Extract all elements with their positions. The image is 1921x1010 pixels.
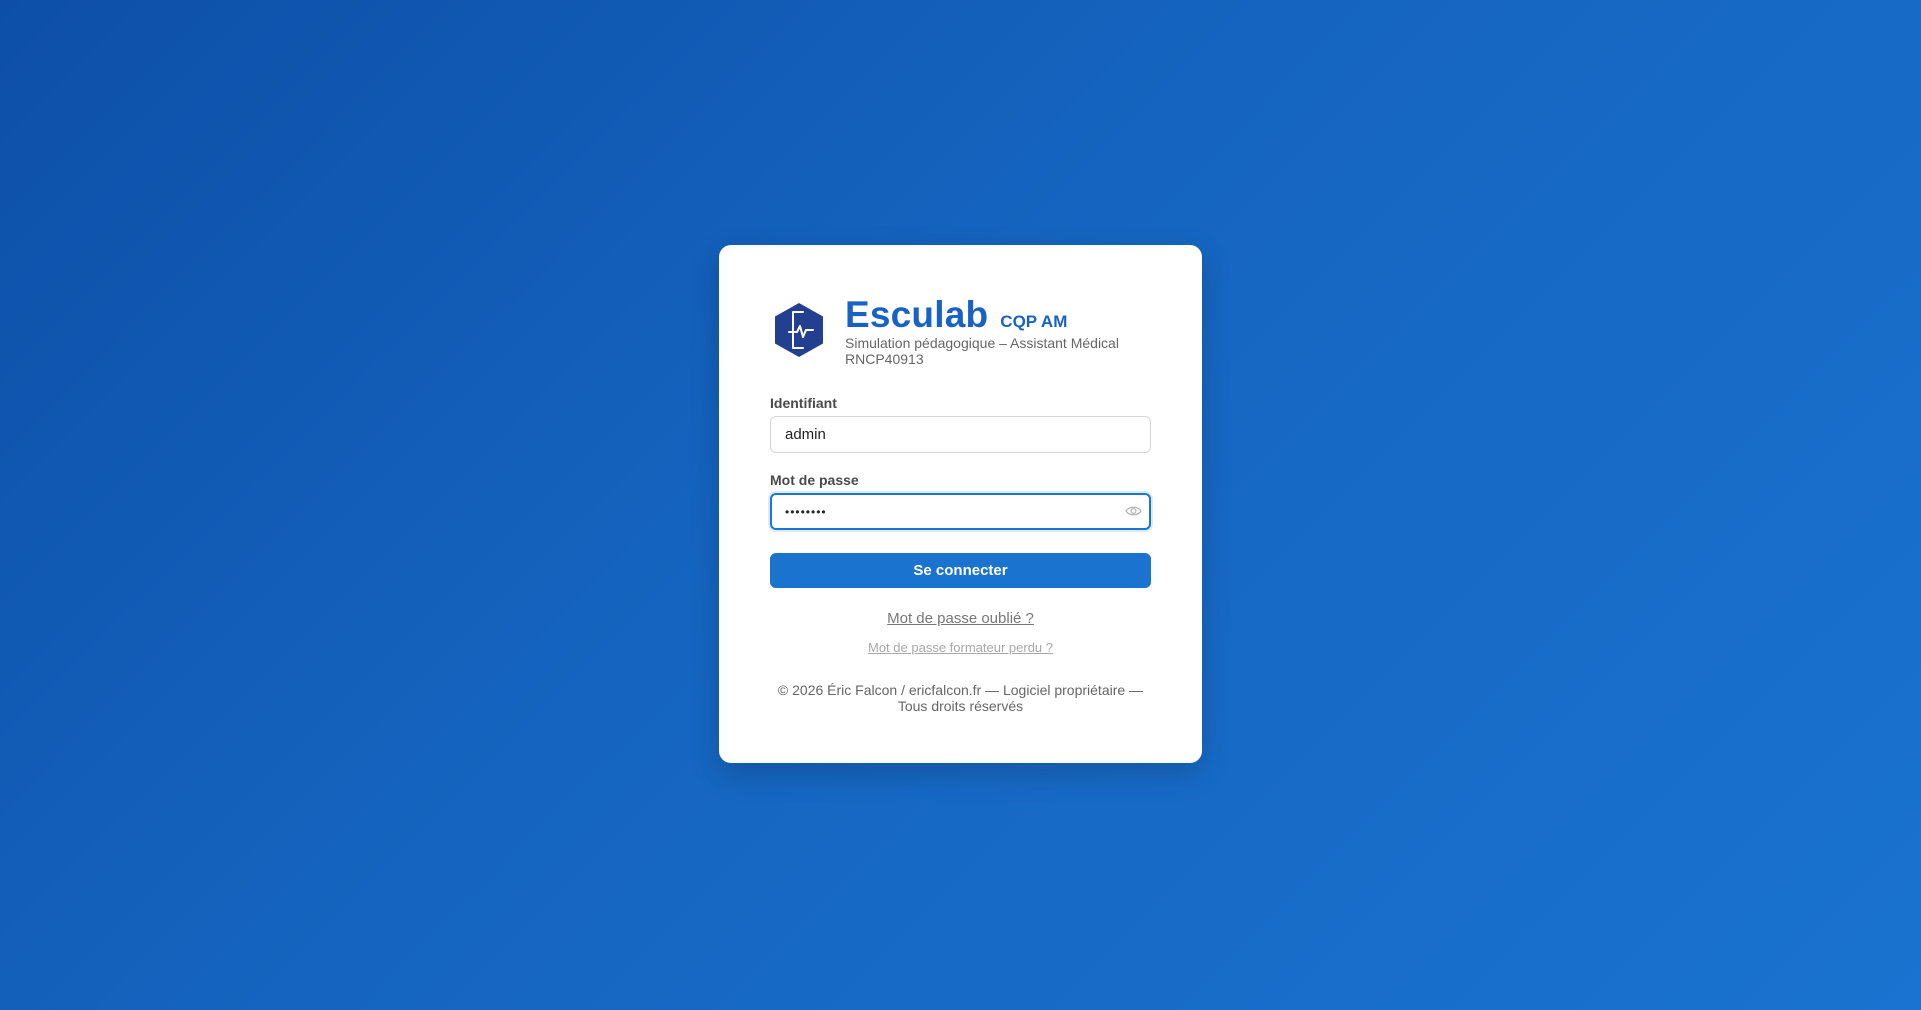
login-button[interactable]: Se connecter	[770, 553, 1151, 588]
password-label: Mot de passe	[770, 472, 859, 488]
heartbeat-hexagon-icon	[775, 303, 823, 357]
trainer-password-link[interactable]: Mot de passe formateur perdu ?	[868, 640, 1053, 655]
app-subtitle: Simulation pédagogique – Assistant Médic…	[845, 335, 1119, 367]
forgot-password-link[interactable]: Mot de passe oublié ?	[887, 610, 1034, 627]
app-tag: CQP AM	[1000, 312, 1068, 331]
password-input[interactable]	[770, 493, 1151, 530]
username-field-wrap	[770, 416, 1151, 453]
brand-header: Esculab CQP AM Simulation pédagogique – …	[770, 295, 1151, 367]
username-input[interactable]	[770, 416, 1151, 453]
copyright-footer: © 2026 Éric Falcon / ericfalcon.fr — Log…	[777, 682, 1144, 714]
help-links: Mot de passe oublié ? Mot de passe forma…	[770, 588, 1151, 657]
eye-icon[interactable]	[1125, 504, 1142, 518]
app-title: Esculab	[845, 294, 989, 335]
password-field-wrap	[770, 493, 1151, 530]
brand-text: Esculab CQP AM Simulation pédagogique – …	[845, 295, 1145, 368]
brand-title-row: Esculab CQP AM	[845, 295, 1145, 335]
username-label: Identifiant	[770, 395, 837, 411]
login-card: Esculab CQP AM Simulation pédagogique – …	[719, 245, 1202, 763]
